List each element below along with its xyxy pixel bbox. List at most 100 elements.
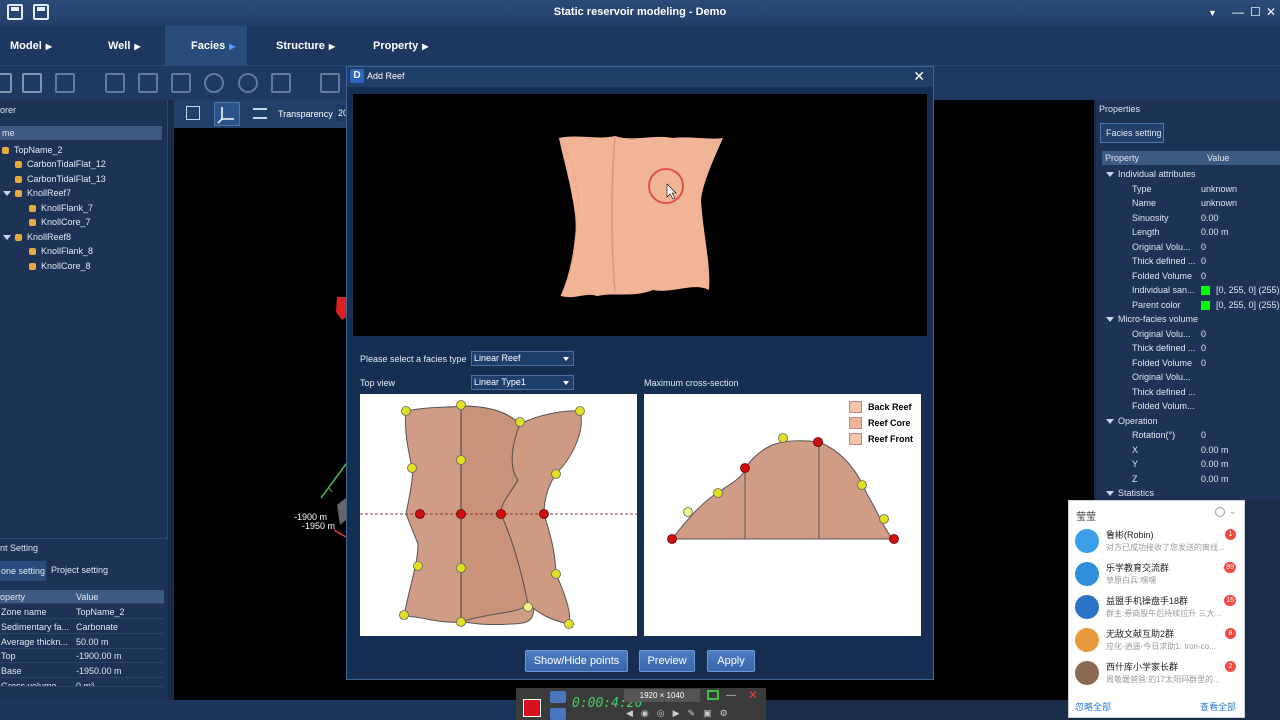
property-value: [0, 255, 0] (255)	[1201, 298, 1280, 312]
property-row[interactable]: Z 0.00 m	[1100, 472, 1280, 487]
minimize-icon[interactable]: —	[1232, 5, 1244, 19]
collapse-icon[interactable]	[1106, 418, 1114, 424]
tree-item[interactable]: CarbonTidalFlat_12	[15, 157, 106, 171]
apply-button[interactable]: Apply	[707, 650, 755, 672]
pause-icon[interactable]	[550, 708, 566, 720]
property-row[interactable]: X 0.00 m	[1100, 443, 1280, 458]
layer-icon	[15, 176, 22, 184]
property-row[interactable]: Folded Volume 0	[1100, 356, 1280, 371]
menu-property[interactable]: Property ▶	[373, 40, 428, 52]
property-key: Statistics	[1118, 488, 1155, 498]
paste-icon[interactable]	[171, 73, 191, 93]
collapse-icon[interactable]	[1106, 317, 1114, 322]
ignore-all-link[interactable]: 忽略全部	[1075, 700, 1111, 713]
tree-item[interactable]: KnollCore_7	[29, 215, 91, 229]
property-value: [0, 255, 0] (255)	[1201, 283, 1280, 297]
property-row[interactable]: Name unknown	[1100, 196, 1280, 211]
expand-icon[interactable]	[3, 235, 11, 241]
undo-icon[interactable]	[204, 73, 224, 93]
grid-image-icon[interactable]	[22, 73, 42, 93]
maximize-icon[interactable]: ☐	[1250, 5, 1261, 19]
chat-conversation[interactable]: 益盟手机操盘手18群 群主:券商股午后持续拉升 三大... 15	[1069, 591, 1244, 624]
copy-icon[interactable]	[138, 73, 158, 93]
close-icon[interactable]: ✕	[748, 688, 758, 702]
property-section[interactable]: Individual attributes	[1100, 167, 1280, 182]
cross-section-shape	[670, 440, 895, 540]
delete-icon[interactable]	[105, 73, 125, 93]
tree-item[interactable]: KnollReef8	[3, 230, 71, 244]
tab-facies-setting[interactable]: Facies setting	[1100, 123, 1164, 143]
axis-tick	[328, 487, 333, 493]
property-section[interactable]: Statistics	[1100, 486, 1280, 501]
reef-3d-preview[interactable]	[353, 94, 927, 336]
chat-conversation[interactable]: 鲁彬(Robin) 对方已成功接收了您发送的离线... 1	[1069, 525, 1244, 558]
menu-structure[interactable]: Structure ▶	[276, 40, 335, 52]
property-row[interactable]: Thick defined ... 0	[1100, 254, 1280, 269]
close-icon[interactable]: ✕	[913, 68, 925, 85]
chevron-down-icon[interactable]: ⌄	[1229, 506, 1237, 517]
grid-image-icon[interactable]	[55, 73, 75, 93]
property-row[interactable]: Folded Volume 0	[1100, 269, 1280, 284]
facies-type-select[interactable]: Linear Reef	[471, 351, 574, 366]
color-swatch[interactable]	[1201, 286, 1210, 296]
preview-button[interactable]: Preview	[639, 650, 695, 672]
chat-conversation[interactable]: 无敌文献互助2群 应化-逍遥-今日求助1: Iron-co... 8	[1069, 624, 1244, 657]
minimize-icon[interactable]: —	[726, 690, 736, 701]
record-stop-icon[interactable]	[523, 699, 541, 717]
settings-icon[interactable]	[1215, 507, 1225, 517]
property-row[interactable]: Original Volu...	[1100, 370, 1280, 385]
property-row[interactable]: Type unknown	[1100, 182, 1280, 197]
property-section[interactable]: Operation	[1100, 414, 1280, 429]
property-row[interactable]: Thick defined ...	[1100, 385, 1280, 400]
chat-conversation[interactable]: 西什库小学家长群 周敬媛爸爸:的17太阳玛群里的... 2	[1069, 657, 1244, 690]
menu-well[interactable]: Well ▶	[108, 40, 141, 52]
dropdown-icon[interactable]: ▼	[1208, 8, 1217, 18]
menu-facies[interactable]: Facies ▶	[165, 26, 247, 66]
chat-conversation[interactable]: 乐学教育交流群 草原白兵:嘿嘿 89	[1069, 558, 1244, 591]
property-row[interactable]: Individual san... [0, 255, 0] (255)	[1100, 283, 1280, 298]
property-row[interactable]: Original Volu... 0	[1100, 240, 1280, 255]
tree-item[interactable]: KnollCore_8	[29, 259, 91, 273]
collapse-icon[interactable]	[1106, 491, 1114, 496]
tree-item[interactable]: KnollFlank_8	[29, 244, 93, 258]
region-icon[interactable]	[707, 690, 719, 700]
tree-item[interactable]: TopName_2	[2, 143, 63, 157]
view-all-link[interactable]: 查看全部	[1200, 700, 1236, 713]
property-key: Micro-facies volume	[1118, 314, 1199, 324]
property-row[interactable]: Thick defined ... 0	[1100, 341, 1280, 356]
property-row[interactable]: Folded Volum...	[1100, 399, 1280, 414]
shape-icon[interactable]	[271, 73, 291, 93]
top-view-select[interactable]: Linear Type1	[471, 375, 574, 390]
tab-project-setting[interactable]: Project setting	[51, 565, 108, 575]
cross-section-canvas[interactable]: Back Reef Reef Core Reef Front	[644, 394, 921, 636]
cube-view-icon[interactable]	[186, 106, 200, 120]
expand-icon[interactable]	[3, 191, 11, 197]
tree-item[interactable]: CarbonTidalFlat_13	[15, 172, 106, 186]
tree-item[interactable]: KnollFlank_7	[29, 201, 93, 215]
property-section[interactable]: Micro-facies volume	[1100, 312, 1280, 327]
axis-tool-icon[interactable]	[214, 102, 240, 126]
menu-model[interactable]: Model ▶	[10, 40, 52, 52]
unread-badge: 15	[1224, 595, 1236, 606]
property-row[interactable]: Parent color [0, 255, 0] (255)	[1100, 298, 1280, 313]
redo-icon[interactable]	[238, 73, 258, 93]
dialog-title-bar: D Add Reef ✕	[347, 67, 933, 87]
close-icon[interactable]: ✕	[1266, 5, 1276, 19]
top-view-canvas[interactable]	[360, 394, 637, 636]
camera-icon[interactable]	[550, 691, 566, 703]
property-row[interactable]: Rotation(°) 0	[1100, 428, 1280, 443]
color-swatch[interactable]	[1201, 300, 1210, 310]
tab-zone-setting[interactable]: one setting	[0, 561, 46, 581]
image-icon[interactable]	[320, 73, 340, 93]
layers-icon[interactable]	[253, 108, 267, 119]
collapse-icon[interactable]	[1106, 172, 1114, 177]
property-row[interactable]: Original Volu... 0	[1100, 327, 1280, 342]
show-hide-points-button[interactable]: Show/Hide points	[525, 650, 628, 672]
recorder-tools-icon[interactable]: ◀◉◎▶✎▣⚙	[626, 708, 736, 719]
property-row[interactable]: Sinuosity 0.00	[1100, 211, 1280, 226]
tool-icon[interactable]	[0, 73, 12, 93]
property-row[interactable]: Y 0.00 m	[1100, 457, 1280, 472]
property-row[interactable]: Length 0.00 m	[1100, 225, 1280, 240]
property-value: 0	[1201, 256, 1207, 266]
tree-item[interactable]: KnollReef7	[3, 186, 71, 200]
